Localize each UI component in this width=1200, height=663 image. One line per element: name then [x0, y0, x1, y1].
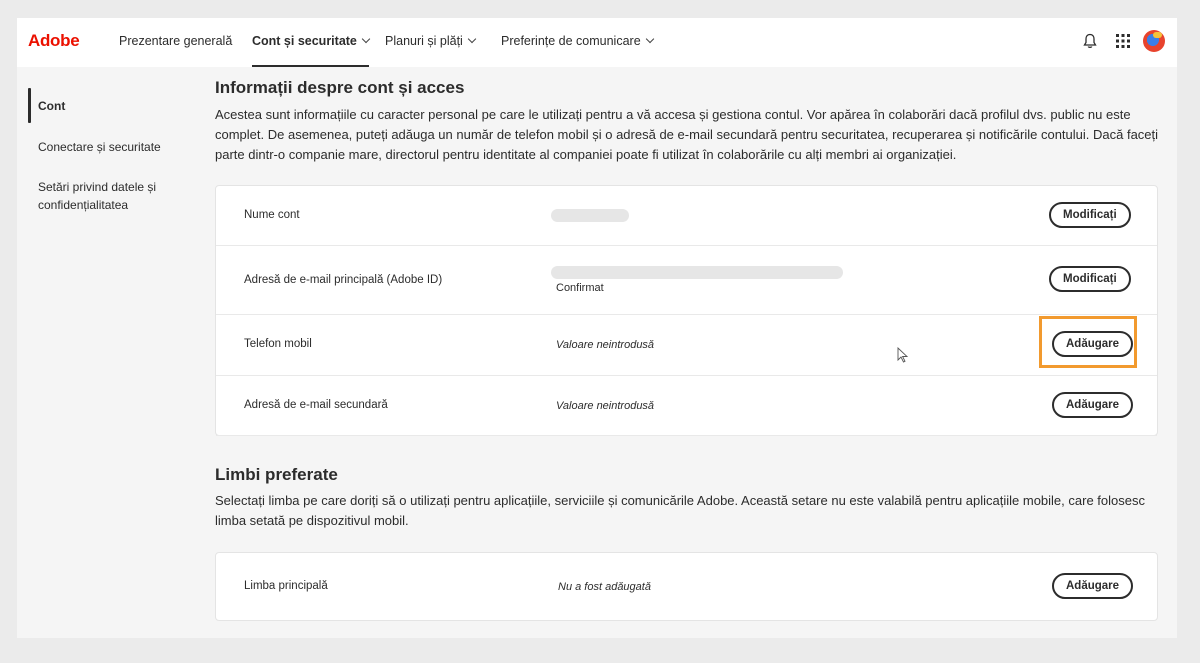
highlight-box [1039, 316, 1137, 368]
languages-section-description: Selectați limba pe care doriți să o util… [215, 493, 1145, 528]
row-label-mobile-phone: Telefon mobil [244, 338, 312, 350]
nav-overview[interactable]: Prezentare generală [119, 18, 232, 67]
mobile-phone-value: Valoare neintrodusă [556, 339, 655, 351]
languages-card: Limba principală Nu a fost adăugată Adău… [215, 552, 1158, 621]
row-label-account-name: Nume cont [244, 209, 300, 221]
nav-communication-preferences-label: Preferințe de comunicare [501, 34, 641, 48]
bell-icon[interactable] [1083, 33, 1097, 49]
top-navigation-bar: Adobe Prezentare generală Cont și securi… [17, 18, 1177, 67]
mouse-cursor-icon [897, 347, 909, 363]
app-window: Adobe Prezentare generală Cont și securi… [17, 18, 1177, 638]
row-label-primary-email: Adresă de e-mail principală (Adobe ID) [244, 274, 443, 286]
sidebar-active-indicator [28, 88, 31, 123]
avatar[interactable] [1143, 30, 1165, 52]
redacted-account-name [551, 209, 629, 222]
add-secondary-email-button[interactable]: Adăugare [1052, 392, 1134, 418]
chevron-down-icon [467, 34, 477, 44]
nav-plans-payments-label: Planuri și plăți [385, 34, 463, 48]
row-label-primary-language: Limba principală [244, 580, 328, 592]
account-section-description: Acestea sunt informațiile cu caracter pe… [215, 107, 1159, 162]
nav-account-security-label: Cont și securitate [252, 34, 357, 48]
secondary-email-value: Valoare neintrodusă [556, 400, 655, 412]
modify-primary-email-button[interactable]: Modificați [1049, 266, 1131, 292]
table-row: Adresă de e-mail secundară Valoare neint… [216, 376, 1157, 436]
chevron-down-icon [361, 34, 371, 44]
sidebar-item-account[interactable]: Cont [38, 97, 188, 115]
account-section-title: Informații despre cont și acces [215, 78, 465, 97]
row-label-secondary-email: Adresă de e-mail secundară [244, 399, 388, 411]
table-row: Limba principală Nu a fost adăugată Adău… [216, 553, 1157, 620]
table-row: Telefon mobil Valoare neintrodusă Adăuga… [216, 315, 1157, 376]
apps-grid-icon[interactable] [1116, 34, 1130, 48]
sidebar-item-data-privacy[interactable]: Setări privind datele și confidențialita… [38, 178, 168, 214]
table-row: Adresă de e-mail principală (Adobe ID) C… [216, 246, 1157, 315]
email-status-confirmed: Confirmat [556, 282, 604, 294]
nav-plans-payments[interactable]: Planuri și plăți [385, 18, 477, 67]
languages-section-title: Limbi preferate [215, 465, 338, 484]
modify-account-name-button[interactable]: Modificați [1049, 202, 1131, 228]
sidebar-item-login-security[interactable]: Conectare și securitate [38, 138, 188, 156]
redacted-primary-email [551, 266, 843, 279]
chevron-down-icon [645, 34, 654, 44]
account-info-card: Nume cont Modificați Adresă de e-mail pr… [215, 185, 1158, 436]
adobe-logo[interactable]: Adobe [28, 31, 80, 51]
nav-account-security[interactable]: Cont și securitate [252, 18, 371, 67]
nav-overview-label: Prezentare generală [119, 34, 233, 48]
primary-language-value: Nu a fost adăugată [558, 581, 651, 593]
nav-communication-preferences[interactable]: Preferințe de comunicare [501, 18, 654, 67]
table-row: Nume cont Modificați [216, 186, 1157, 246]
add-language-button[interactable]: Adăugare [1052, 573, 1134, 599]
